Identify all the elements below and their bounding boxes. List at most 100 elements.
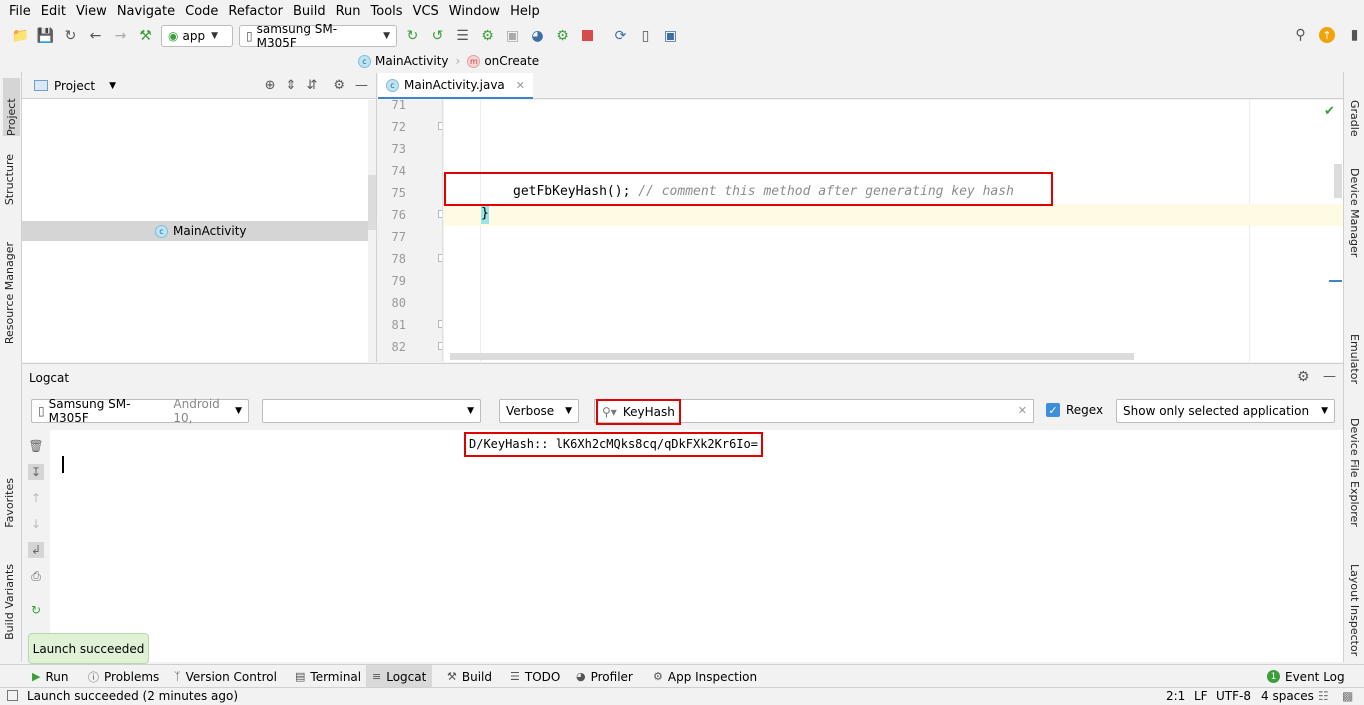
tab-app-inspection[interactable]: ⚙ App Inspection: [647, 665, 763, 688]
forward-arrow-icon[interactable]: →: [108, 25, 133, 47]
breadcrumb-method[interactable]: onCreate: [484, 54, 539, 68]
menu-refactor[interactable]: Refactor: [223, 4, 288, 19]
regex-checkbox[interactable]: ✓ Regex: [1046, 403, 1103, 417]
gear-icon[interactable]: ⚙: [1297, 369, 1310, 385]
debug-icon[interactable]: ⚙: [475, 25, 500, 47]
gear-icon[interactable]: ⚙: [333, 78, 345, 93]
status-toggle-icon[interactable]: [7, 690, 18, 701]
collapse-all-icon[interactable]: ⇵: [306, 78, 317, 93]
chevron-down-icon[interactable]: ▼: [109, 81, 116, 91]
overflow-icon[interactable]: ▮: [1342, 24, 1364, 46]
tab-problems[interactable]: ⓘ Problems: [82, 665, 165, 688]
clear-icon[interactable]: ✕: [1018, 404, 1027, 417]
menu-build[interactable]: Build: [288, 4, 331, 19]
lock-icon[interactable]: ☷: [1318, 689, 1329, 703]
tab-emulator[interactable]: Emulator: [1348, 334, 1361, 384]
stop-icon[interactable]: [575, 25, 600, 47]
menu-vcs[interactable]: VCS: [408, 4, 444, 19]
tab-profiler[interactable]: ◕ Profiler: [570, 665, 639, 688]
status-message[interactable]: Launch succeeded (2 minutes ago): [27, 689, 238, 703]
logcat-search-input[interactable]: ⚲▾ KeyHash ✕: [594, 399, 1034, 425]
search-icon[interactable]: ⚲: [1288, 24, 1313, 46]
logcat-process-select[interactable]: ▼: [262, 399, 481, 423]
file-encoding[interactable]: UTF-8: [1216, 689, 1251, 703]
minimize-icon[interactable]: —: [355, 78, 368, 93]
line-separator[interactable]: LF: [1194, 689, 1208, 703]
tab-logcat[interactable]: ≡ Logcat: [366, 665, 433, 688]
fold-marker-icon[interactable]: [438, 320, 442, 328]
scroll-to-end-icon[interactable]: ↧: [28, 464, 44, 480]
tab-favorites[interactable]: Favorites: [3, 478, 16, 528]
code-editor[interactable]: getFbKeyHash(); // comment this method a…: [444, 100, 1343, 362]
print-icon[interactable]: ⎙: [28, 568, 44, 584]
apply-changes-icon[interactable]: ↺: [425, 25, 450, 47]
memory-icon[interactable]: ▩: [1342, 689, 1353, 703]
tab-build-variants[interactable]: Build Variants: [3, 564, 16, 640]
fold-marker-icon[interactable]: [438, 254, 442, 262]
project-view-select[interactable]: Project: [54, 79, 95, 93]
sdk-manager-icon[interactable]: ▣: [658, 25, 683, 47]
logcat-device-select[interactable]: ▯ Samsung SM-M305F Android 10, ▼: [31, 397, 249, 425]
menu-navigate[interactable]: Navigate: [112, 4, 180, 19]
tree-item-mainactivity[interactable]: c MainActivity: [22, 221, 377, 241]
tab-layout-inspector[interactable]: Layout Inspector: [1348, 564, 1361, 656]
menu-tools[interactable]: Tools: [366, 4, 408, 19]
menu-file[interactable]: File: [4, 4, 36, 19]
logcat-output[interactable]: D/KeyHash:: lK6Xh2cMQks8cq/qDkFXk2Kr6Io=: [50, 430, 1343, 662]
open-folder-icon[interactable]: 📁: [8, 25, 33, 47]
save-icon[interactable]: 💾: [33, 25, 58, 47]
editor-horizontal-scrollbar[interactable]: [450, 353, 1134, 360]
menu-help[interactable]: Help: [505, 4, 545, 19]
down-arrow-icon[interactable]: ↓: [28, 516, 44, 532]
attach-process-icon[interactable]: ⚙: [550, 25, 575, 47]
menu-view[interactable]: View: [71, 4, 112, 19]
caret-position[interactable]: 2:1: [1166, 689, 1185, 703]
attach-debugger-icon[interactable]: ▣: [500, 25, 525, 47]
tab-build[interactable]: ⚒ Build: [441, 665, 498, 688]
tab-terminal[interactable]: ▤ Terminal: [289, 665, 367, 688]
tab-todo[interactable]: ☰ TODO: [504, 665, 566, 688]
fold-marker-icon[interactable]: [438, 210, 442, 218]
menu-code[interactable]: Code: [180, 4, 223, 19]
gradle-sync-icon[interactable]: ⟳: [608, 25, 633, 47]
expand-all-icon[interactable]: ⇕: [286, 78, 297, 93]
trash-icon[interactable]: 🗑: [28, 438, 44, 454]
menu-edit[interactable]: Edit: [36, 4, 71, 19]
breadcrumb-class[interactable]: MainActivity: [375, 54, 449, 68]
minimize-icon[interactable]: —: [1323, 369, 1336, 384]
hammer-build-icon[interactable]: ⚒: [133, 25, 158, 47]
up-arrow-icon[interactable]: ↑: [28, 490, 44, 506]
tab-event-log[interactable]: 1 Event Log: [1261, 665, 1351, 688]
back-arrow-icon[interactable]: ←: [83, 25, 108, 47]
fold-marker-icon[interactable]: [438, 342, 442, 350]
tab-version-control[interactable]: ᛉ Version Control: [168, 665, 283, 688]
tab-gradle[interactable]: Gradle: [1348, 100, 1361, 137]
update-icon[interactable]: ↑: [1319, 27, 1335, 43]
rerun-icon[interactable]: ↻: [400, 25, 425, 47]
close-icon[interactable]: ✕: [516, 79, 525, 92]
soft-wrap-icon[interactable]: ↲: [28, 542, 44, 558]
run-config-select[interactable]: ◉ app ▼: [161, 24, 233, 47]
menu-window[interactable]: Window: [444, 4, 505, 19]
tab-device-file-explorer[interactable]: Device File Explorer: [1348, 418, 1361, 527]
tab-run[interactable]: ▶ Run: [26, 665, 74, 688]
indent-setting[interactable]: 4 spaces: [1261, 689, 1314, 703]
logcat-level-select[interactable]: Verbose ▼: [499, 399, 579, 423]
device-select[interactable]: ▯ samsung SM-M305F ▼: [239, 22, 397, 50]
tab-structure[interactable]: Structure: [3, 154, 16, 205]
tab-mainactivity-java[interactable]: c MainActivity.java ✕: [378, 73, 533, 99]
device-manager-icon[interactable]: ▯: [633, 25, 658, 47]
tab-device-manager[interactable]: Device Manager: [1348, 168, 1361, 257]
locate-icon[interactable]: ⊕: [265, 78, 276, 93]
profiler-icon[interactable]: ◕: [525, 25, 550, 47]
coverage-icon[interactable]: ☰: [450, 25, 475, 47]
editor-scrollbar[interactable]: [1329, 100, 1343, 362]
project-scrollbar[interactable]: [368, 100, 376, 362]
tab-project[interactable]: Project: [3, 78, 20, 136]
tab-resource-manager[interactable]: Resource Manager: [3, 242, 16, 344]
menu-run[interactable]: Run: [331, 4, 366, 19]
sync-icon[interactable]: ↻: [58, 25, 83, 47]
logcat-filter-select[interactable]: Show only selected application ▼: [1116, 399, 1335, 423]
fold-marker-icon[interactable]: [438, 122, 442, 130]
restart-icon[interactable]: ↻: [28, 602, 44, 618]
